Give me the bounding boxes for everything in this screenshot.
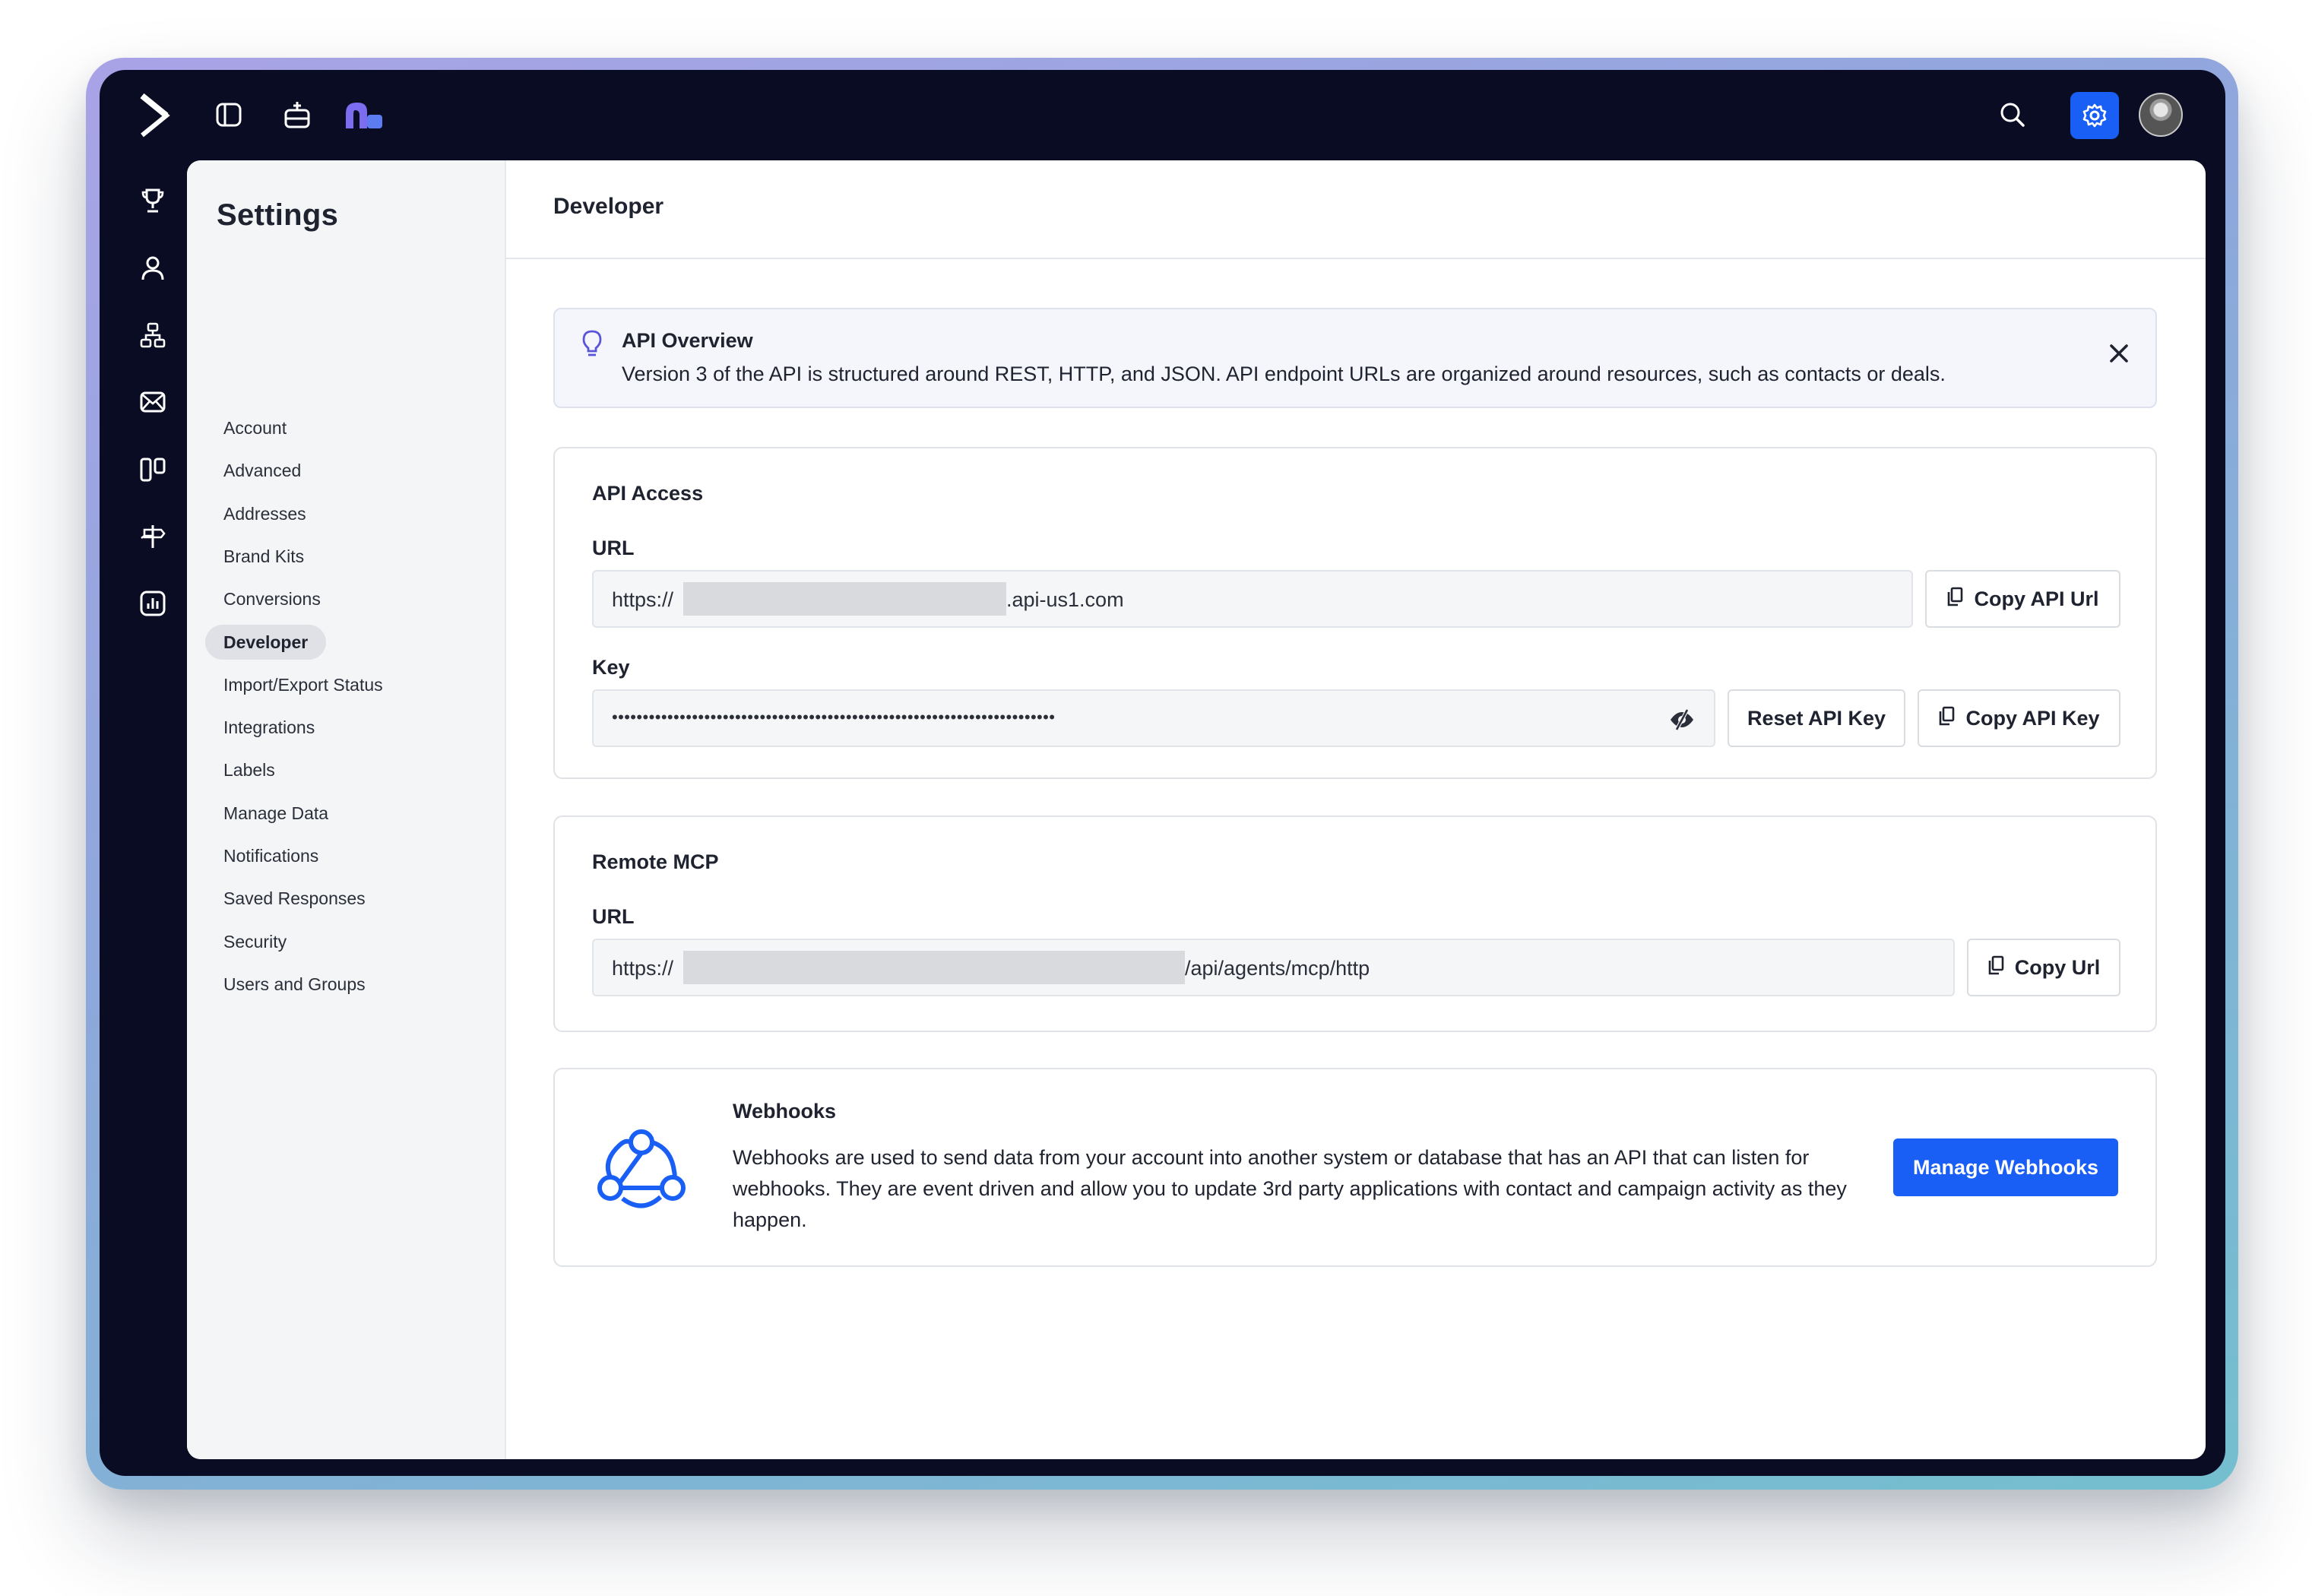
api-url-label: URL — [592, 537, 635, 559]
avatar[interactable] — [2139, 93, 2183, 137]
trophy-icon[interactable] — [130, 178, 176, 223]
app-window: Settings Account Advanced Addresses Brand K… — [100, 70, 2225, 1476]
api-overview-banner: API Overview Version 3 of the API is str… — [553, 308, 2157, 408]
webhook-icon — [592, 1118, 691, 1212]
signpost-icon[interactable] — [130, 514, 176, 559]
redacted-area — [683, 582, 1006, 616]
remote-mcp-card: Remote MCP URL https:// /api/agents/mcp/… — [553, 815, 2157, 1032]
sidebar-item-account[interactable]: Account — [205, 410, 305, 445]
redacted-area — [683, 951, 1185, 984]
automations-icon[interactable] — [130, 312, 176, 358]
sidebar-item-conversions[interactable]: Conversions — [205, 581, 339, 616]
copy-icon — [1938, 706, 1955, 731]
manage-webhooks-button[interactable]: Manage Webhooks — [1893, 1138, 2118, 1196]
api-access-card: API Access URL https:// .api-us1.com Cop… — [553, 447, 2157, 779]
copy-mcp-url-label: Copy Url — [2014, 955, 2101, 979]
content-area: Developer API Overview Version 3 of the … — [505, 160, 2206, 1459]
sidebar-item-users-and-groups[interactable]: Users and Groups — [205, 967, 384, 1002]
sidebar-item-labels[interactable]: Labels — [205, 752, 293, 787]
copy-api-key-label: Copy API Key — [1965, 706, 2100, 730]
reset-api-key-button[interactable]: Reset API Key — [1728, 689, 1905, 747]
sidebar-item-developer[interactable]: Developer — [205, 625, 327, 660]
copy-icon — [1946, 587, 1963, 612]
api-url-prefix: https:// — [612, 588, 674, 611]
settings-title: Settings — [217, 198, 339, 232]
banner-text: Version 3 of the API is structured aroun… — [622, 363, 1946, 385]
inbox-icon[interactable] — [279, 96, 315, 134]
email-icon[interactable] — [130, 379, 176, 425]
copy-icon — [1987, 955, 2004, 980]
api-key-field[interactable]: ••••••••••••••••••••••••••••••••••••••••… — [592, 689, 1715, 747]
chevron-right-logo[interactable] — [130, 87, 179, 144]
close-icon[interactable] — [2105, 340, 2133, 367]
copy-api-url-label: Copy API Url — [1974, 587, 2099, 610]
mcp-url-suffix: /api/agents/mcp/http — [1185, 957, 1370, 980]
copy-api-key-button[interactable]: Copy API Key — [1918, 689, 2120, 747]
settings-sidebar: Settings Account Advanced Addresses Brand K… — [187, 160, 506, 1459]
gear-icon[interactable] — [2070, 92, 2119, 139]
sidebar-item-import-export-status[interactable]: Import/Export Status — [205, 667, 401, 702]
api-key-masked: ••••••••••••••••••••••••••••••••••••••••… — [612, 708, 1056, 727]
webhooks-card: Webhooks Webhooks are used to send data … — [553, 1068, 2157, 1267]
api-key-label: Key — [592, 656, 630, 679]
webhooks-description: Webhooks are used to send data from your… — [733, 1146, 1847, 1231]
copy-api-url-button[interactable]: Copy API Url — [1925, 570, 2120, 628]
contacts-icon[interactable] — [130, 245, 176, 291]
mcp-url-field[interactable]: https:// /api/agents/mcp/http — [592, 939, 1955, 996]
reports-icon[interactable] — [130, 581, 176, 626]
sidebar-toggle-icon[interactable] — [211, 97, 246, 132]
copy-mcp-url-button[interactable]: Copy Url — [1967, 939, 2120, 996]
eye-slash-icon[interactable] — [1668, 706, 1696, 733]
sidebar-item-brand-kits[interactable]: Brand Kits — [205, 539, 322, 574]
remote-mcp-title: Remote MCP — [592, 850, 719, 873]
sidebar-item-notifications[interactable]: Notifications — [205, 838, 337, 873]
sidebar-item-advanced[interactable]: Advanced — [205, 453, 319, 488]
mcp-url-label: URL — [592, 905, 635, 928]
reset-api-key-label: Reset API Key — [1747, 706, 1886, 730]
sidebar-item-saved-responses[interactable]: Saved Responses — [205, 881, 384, 916]
webhooks-title: Webhooks — [733, 1100, 837, 1123]
sidebar-item-integrations[interactable]: Integrations — [205, 710, 333, 745]
api-url-field[interactable]: https:// .api-us1.com — [592, 570, 1913, 628]
main-panel: Settings Account Advanced Addresses Brand K… — [187, 160, 2206, 1459]
content-header: Developer — [505, 160, 2206, 259]
page-title: Developer — [553, 194, 664, 219]
mcp-url-prefix: https:// — [612, 957, 674, 980]
app-logo-icon[interactable] — [343, 96, 385, 134]
sidebar-item-addresses[interactable]: Addresses — [205, 496, 325, 531]
sidebar-item-manage-data[interactable]: Manage Data — [205, 796, 347, 831]
banner-title: API Overview — [622, 329, 753, 352]
api-access-title: API Access — [592, 482, 704, 505]
api-url-suffix: .api-us1.com — [1006, 588, 1124, 611]
lightbulb-icon — [581, 329, 607, 359]
sidebar-item-security[interactable]: Security — [205, 924, 305, 959]
pipeline-icon[interactable] — [130, 447, 176, 492]
search-icon[interactable] — [1995, 97, 2030, 132]
